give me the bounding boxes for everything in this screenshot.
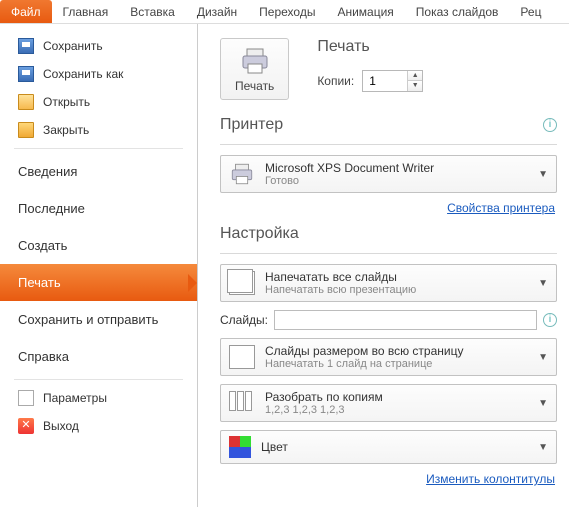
sidebar-open[interactable]: Открыть [0, 88, 197, 116]
spin-up-icon[interactable]: ▲ [408, 71, 422, 81]
sidebar-label: Открыть [43, 95, 90, 109]
sidebar-label: Сохранить [43, 39, 103, 53]
save-icon [18, 38, 34, 54]
exit-icon [18, 418, 34, 434]
ribbon-tabs: Файл Главная Вставка Дизайн Переходы Ани… [0, 0, 569, 24]
chevron-down-icon: ▼ [538, 442, 548, 453]
sidebar-label: Сохранить как [43, 67, 123, 81]
sidebar-label: Справка [18, 349, 69, 364]
sidebar-share[interactable]: Сохранить и отправить [0, 301, 197, 338]
printer-heading: Принтер [220, 116, 283, 134]
sidebar-label: Закрыть [43, 123, 89, 137]
sidebar-label: Последние [18, 201, 85, 216]
option-title: Напечатать все слайды [265, 270, 528, 284]
option-subtitle: Напечатать 1 слайд на странице [265, 358, 528, 370]
color-dropdown[interactable]: Цвет ▼ [220, 430, 557, 464]
tab-transitions[interactable]: Переходы [248, 0, 326, 23]
folder-icon [18, 122, 34, 138]
slides-label: Слайды: [220, 313, 268, 327]
collate-dropdown[interactable]: Разобрать по копиям1,2,3 1,2,3 1,2,3 ▼ [220, 384, 557, 422]
printer-properties-link[interactable]: Свойства принтера [220, 201, 555, 215]
option-title: Цвет [261, 440, 528, 454]
sidebar-save[interactable]: Сохранить [0, 32, 197, 60]
sidebar-options[interactable]: Параметры [0, 384, 197, 412]
print-button[interactable]: Печать [220, 38, 289, 100]
option-subtitle: Напечатать всю презентацию [265, 284, 528, 296]
tab-file[interactable]: Файл [0, 0, 52, 23]
chevron-down-icon: ▼ [538, 352, 548, 363]
chevron-down-icon: ▼ [538, 278, 548, 289]
sidebar-label: Создать [18, 238, 67, 253]
printer-icon [229, 162, 255, 186]
copies-spinner[interactable]: ▲▼ [362, 70, 423, 92]
printer-icon [239, 47, 271, 75]
sidebar-recent[interactable]: Последние [0, 190, 197, 227]
sidebar-label: Параметры [43, 391, 107, 405]
sidebar-info[interactable]: Сведения [0, 153, 197, 190]
sidebar-help[interactable]: Справка [0, 338, 197, 375]
folder-open-icon [18, 94, 34, 110]
sidebar-exit[interactable]: Выход [0, 412, 197, 440]
print-range-dropdown[interactable]: Напечатать все слайдыНапечатать всю през… [220, 264, 557, 302]
backstage-sidebar: Сохранить Сохранить как Открыть Закрыть … [0, 24, 198, 507]
slides-input[interactable] [274, 310, 537, 330]
sidebar-label: Выход [43, 419, 79, 433]
info-icon[interactable]: i [543, 313, 557, 327]
save-as-icon [18, 66, 34, 82]
collate-icon [229, 391, 255, 415]
tab-review[interactable]: Рец [509, 0, 552, 23]
slides-icon [229, 271, 255, 295]
tab-insert[interactable]: Вставка [119, 0, 186, 23]
sidebar-label: Сохранить и отправить [18, 312, 158, 327]
info-icon[interactable]: i [543, 118, 557, 132]
copies-input[interactable] [363, 71, 407, 91]
print-button-label: Печать [235, 79, 274, 93]
printer-dropdown[interactable]: Microsoft XPS Document WriterГотово ▼ [220, 155, 557, 193]
layout-dropdown[interactable]: Слайды размером во всю страницуНапечатат… [220, 338, 557, 376]
chevron-down-icon: ▼ [538, 398, 548, 409]
tab-animation[interactable]: Анимация [326, 0, 404, 23]
copies-label: Копии: [317, 74, 354, 88]
color-icon [229, 436, 251, 458]
sidebar-new[interactable]: Создать [0, 227, 197, 264]
sidebar-save-as[interactable]: Сохранить как [0, 60, 197, 88]
print-heading: Печать [317, 38, 369, 56]
settings-heading: Настройка [220, 225, 299, 243]
sidebar-close[interactable]: Закрыть [0, 116, 197, 144]
sidebar-label: Печать [18, 275, 61, 290]
tab-slideshow[interactable]: Показ слайдов [405, 0, 510, 23]
tab-home[interactable]: Главная [52, 0, 120, 23]
printer-name: Microsoft XPS Document Writer [265, 161, 528, 175]
sidebar-print[interactable]: Печать [0, 264, 197, 301]
sidebar-label: Сведения [18, 164, 77, 179]
tab-design[interactable]: Дизайн [186, 0, 248, 23]
spin-down-icon[interactable]: ▼ [408, 81, 422, 91]
printer-status: Готово [265, 175, 528, 187]
edit-header-footer-link[interactable]: Изменить колонтитулы [220, 472, 555, 486]
page-icon [229, 345, 255, 369]
chevron-down-icon: ▼ [538, 169, 548, 180]
option-title: Разобрать по копиям [265, 390, 528, 404]
option-subtitle: 1,2,3 1,2,3 1,2,3 [265, 404, 528, 416]
print-panel: Печать Печать Копии: ▲▼ Принтерi Microso… [198, 24, 569, 507]
options-icon [18, 390, 34, 406]
option-title: Слайды размером во всю страницу [265, 344, 528, 358]
